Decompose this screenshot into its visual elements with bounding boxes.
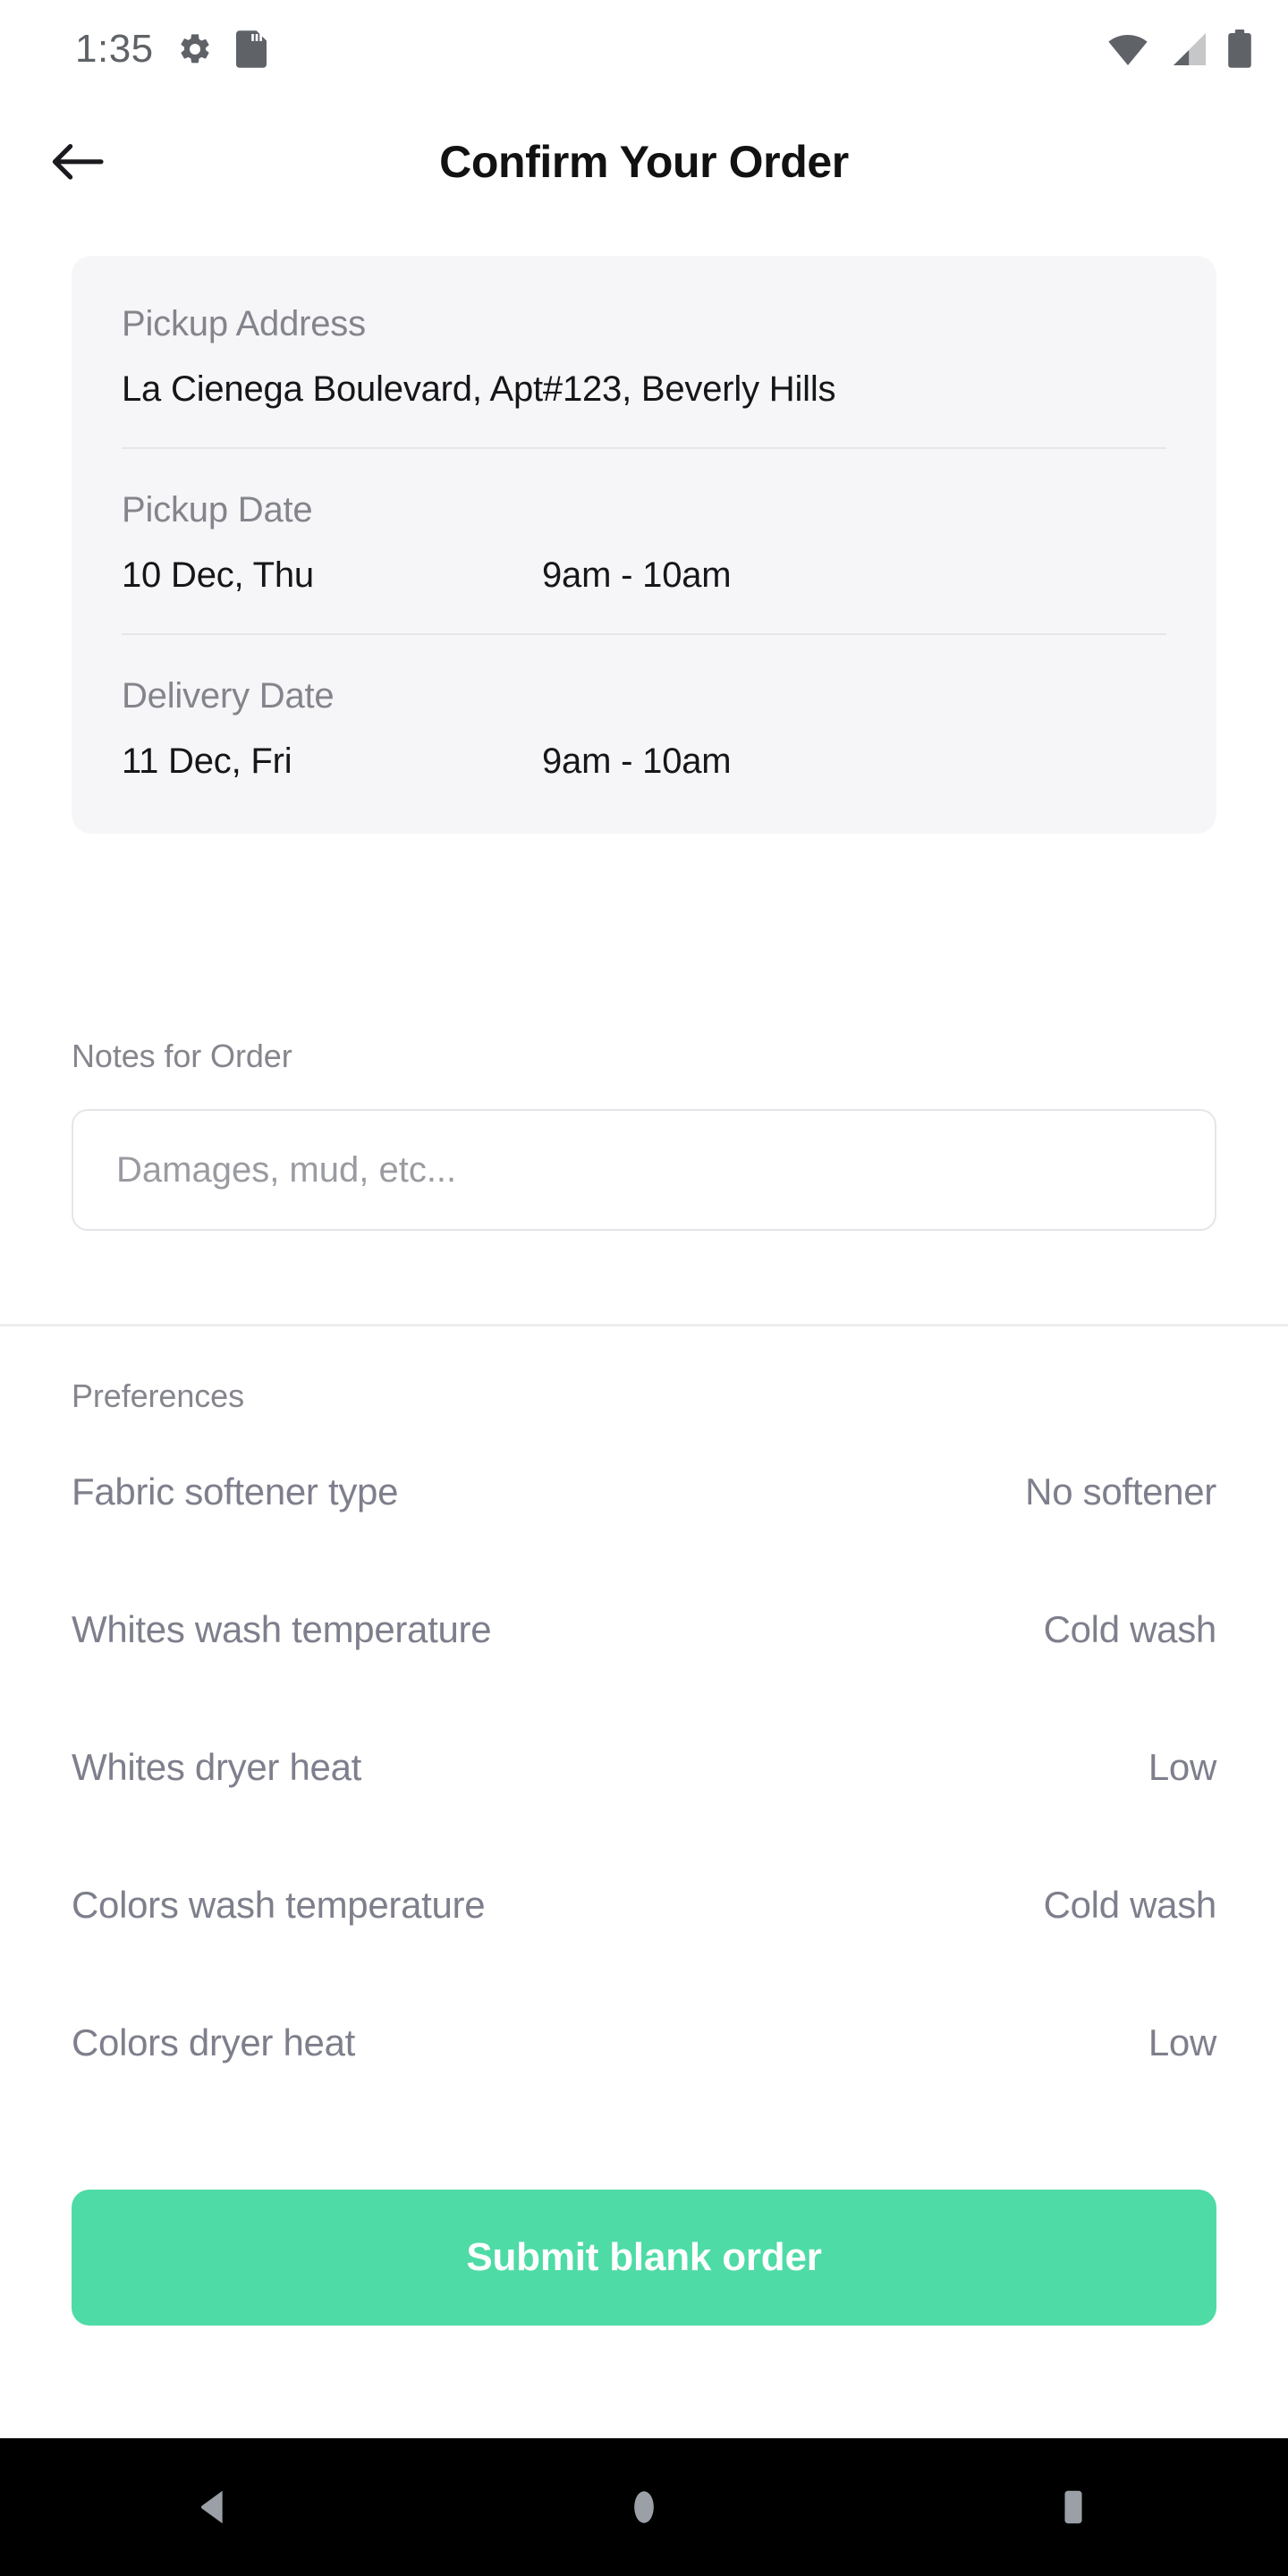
- preference-value: Cold wash: [1043, 1608, 1217, 1650]
- nav-home-icon: [621, 2484, 667, 2530]
- back-arrow-icon: [49, 140, 105, 183]
- preference-row-whites-wash-temperature[interactable]: Whites wash temperature Cold wash: [72, 1608, 1216, 1746]
- preferences-section: Preferences Fabric softener type No soft…: [72, 1377, 1216, 2159]
- preference-row-whites-dryer-heat[interactable]: Whites dryer heat Low: [72, 1746, 1216, 1884]
- app-screen: 1:35 Confirm Your Order Pickup Address L…: [0, 0, 1288, 2576]
- delivery-date-values: 11 Dec, Fri 9am - 10am: [122, 741, 1166, 782]
- preference-value: Low: [1148, 2021, 1216, 2063]
- status-bar-right: [1107, 30, 1252, 69]
- nav-recents-button[interactable]: [1002, 2438, 1145, 2576]
- pickup-date-value: 10 Dec, Thu: [122, 555, 314, 595]
- pickup-date-label: Pickup Date: [122, 490, 313, 530]
- sd-card-icon: [235, 30, 267, 68]
- gear-icon: [177, 31, 213, 67]
- nav-back-button[interactable]: [143, 2438, 286, 2576]
- order-summary-card: Pickup Address La Cienega Boulevard, Apt…: [72, 256, 1216, 834]
- delivery-date-block[interactable]: Delivery Date 11 Dec, Fri 9am - 10am: [122, 635, 1166, 834]
- pickup-address-value: La Cienega Boulevard, Apt#123, Beverly H…: [122, 369, 836, 409]
- delivery-date-label: Delivery Date: [122, 676, 335, 716]
- preference-row-colors-dryer-heat[interactable]: Colors dryer heat Low: [72, 2021, 1216, 2159]
- status-bar-left: 1:35: [75, 30, 267, 69]
- delivery-time-value: 9am - 10am: [542, 741, 732, 781]
- preference-key: Whites dryer heat: [72, 1746, 362, 1788]
- nav-back-icon: [191, 2484, 238, 2530]
- wifi-icon: [1107, 32, 1148, 66]
- submit-blank-order-button[interactable]: Submit blank order: [72, 2190, 1216, 2326]
- preference-value: No softener: [1025, 1470, 1216, 1513]
- delivery-date-value: 11 Dec, Fri: [122, 741, 292, 781]
- preference-key: Whites wash temperature: [72, 1608, 492, 1650]
- preferences-label: Preferences: [72, 1377, 244, 1414]
- pickup-address-label: Pickup Address: [122, 304, 366, 343]
- preference-row-fabric-softener-type[interactable]: Fabric softener type No softener: [72, 1470, 1216, 1608]
- status-time: 1:35: [75, 27, 154, 71]
- pickup-date-block[interactable]: Pickup Date 10 Dec, Thu 9am - 10am: [122, 449, 1166, 633]
- nav-recents-icon: [1050, 2484, 1097, 2530]
- preference-key: Colors dryer heat: [72, 2021, 356, 2063]
- pickup-address-block[interactable]: Pickup Address La Cienega Boulevard, Apt…: [122, 256, 1166, 447]
- nav-home-button[interactable]: [572, 2438, 716, 2576]
- cellular-signal-icon: [1168, 32, 1208, 66]
- preference-value: Low: [1148, 1746, 1216, 1788]
- battery-icon: [1227, 30, 1252, 69]
- pickup-date-values: 10 Dec, Thu 9am - 10am: [122, 555, 1166, 596]
- page-title: Confirm Your Order: [439, 137, 849, 187]
- preference-row-colors-wash-temperature[interactable]: Colors wash temperature Cold wash: [72, 1884, 1216, 2021]
- preference-key: Colors wash temperature: [72, 1884, 486, 1926]
- preference-value: Cold wash: [1043, 1884, 1217, 1926]
- preference-key: Fabric softener type: [72, 1470, 399, 1513]
- pickup-time-value: 9am - 10am: [542, 555, 732, 595]
- app-bar: Confirm Your Order: [0, 98, 1288, 225]
- notes-label: Notes for Order: [72, 1038, 292, 1074]
- section-divider: [0, 1324, 1288, 1326]
- notes-section: Notes for Order: [72, 1038, 1216, 1231]
- back-button[interactable]: [34, 119, 120, 205]
- notes-input[interactable]: [72, 1109, 1216, 1231]
- status-bar: 1:35: [0, 0, 1288, 98]
- android-navigation-bar: [0, 2438, 1288, 2576]
